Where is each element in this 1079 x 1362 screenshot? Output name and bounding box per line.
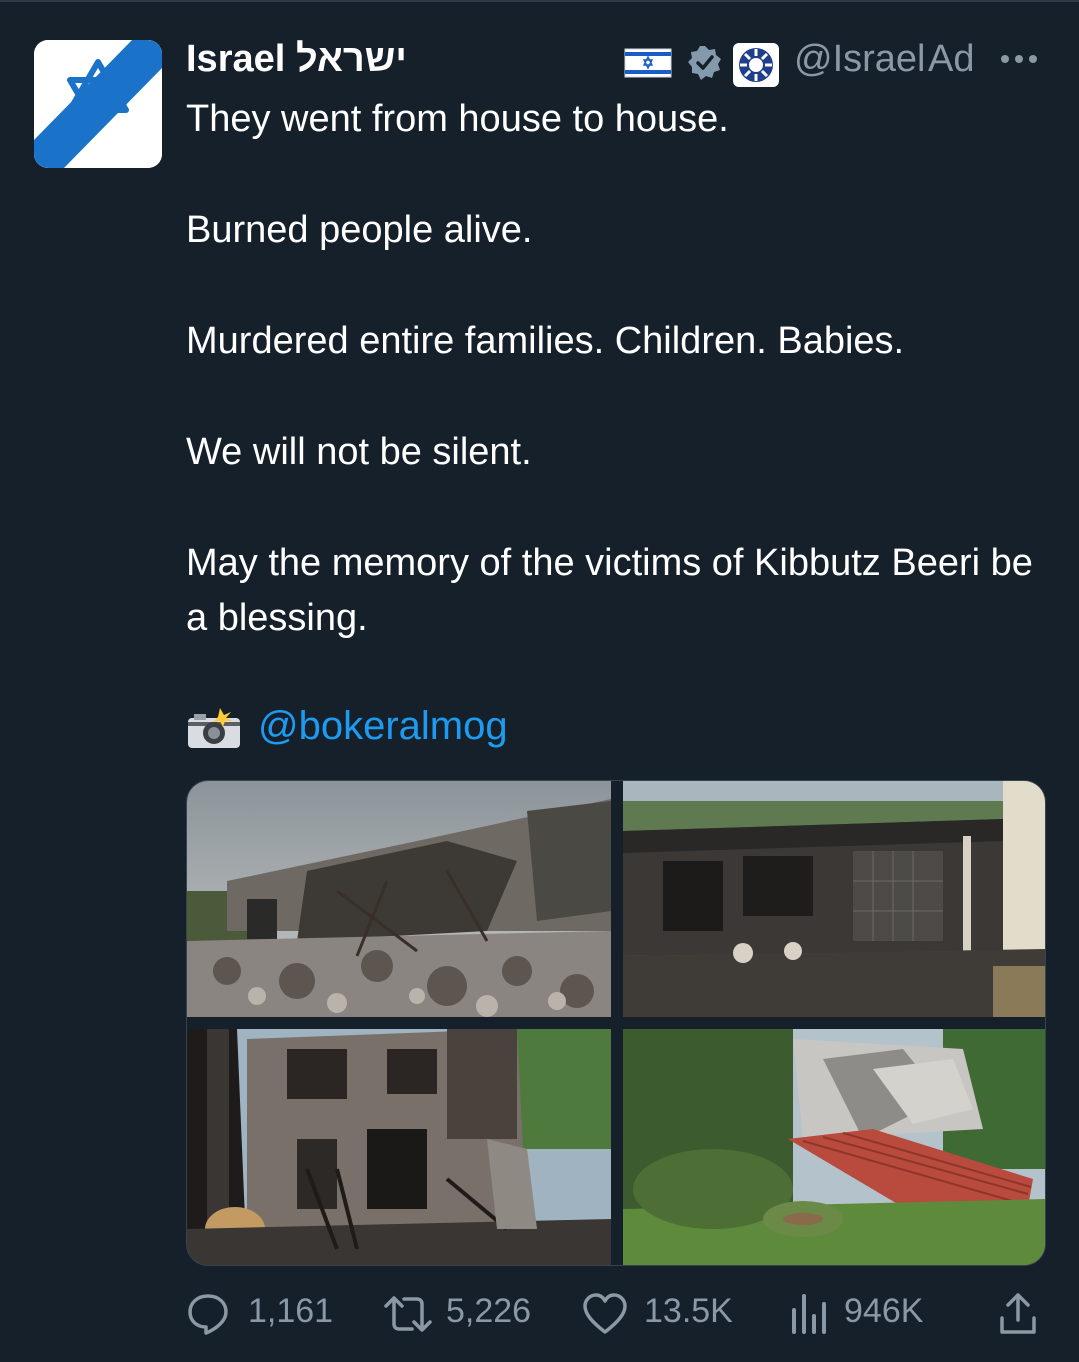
top-divider — [0, 0, 1079, 2]
tweet-text: They went from house to house. Burned pe… — [186, 92, 1046, 646]
reply-icon — [188, 1294, 228, 1335]
photo-collapsed-roof-garden[interactable] — [623, 1029, 1045, 1265]
mention-link[interactable]: @bokeralmog — [258, 704, 508, 749]
tweet-actions: 1,161 5,226 13.5K 946K — [186, 1282, 1046, 1342]
reply-count: 1,161 — [248, 1292, 334, 1330]
tweet-paragraph: May the memory of the victims of Kibbutz… — [186, 542, 1033, 639]
views-chart-icon — [792, 1294, 826, 1334]
author-name-hebrew[interactable]: ישראל — [296, 38, 407, 81]
like-count: 13.5K — [644, 1292, 733, 1330]
israel-flag-icon — [624, 48, 672, 83]
tweet-paragraph: Burned people alive. — [186, 209, 533, 251]
author-handle[interactable]: @Israel — [794, 38, 926, 81]
retweet-count: 5,226 — [446, 1292, 532, 1330]
author-name[interactable]: Israel — [186, 38, 285, 81]
government-emblem-icon[interactable] — [732, 42, 780, 93]
tweet-header: Israel ישראל @Israel Ad — [186, 36, 1046, 87]
photo-credit: @bokeralmog — [186, 702, 786, 756]
verified-badge-icon[interactable] — [686, 44, 724, 87]
share-icon — [1000, 1293, 1036, 1334]
more-options-icon[interactable] — [998, 52, 1040, 71]
photo-burned-house-front[interactable] — [623, 781, 1045, 1017]
tweet-paragraph: They went from house to house. — [186, 98, 729, 140]
heart-icon — [583, 1293, 627, 1334]
camera-flash-icon — [186, 708, 242, 755]
retweet-icon — [384, 1296, 432, 1332]
photo-burned-two-story-house[interactable] — [187, 1029, 611, 1265]
photo-destroyed-house-rubble[interactable] — [187, 781, 611, 1017]
media-grid[interactable] — [186, 780, 1046, 1266]
avatar[interactable] — [34, 40, 162, 168]
star-of-david-icon — [34, 40, 162, 168]
ad-label: Ad — [928, 38, 975, 80]
tweet-paragraph: We will not be silent. — [186, 431, 532, 473]
views-count: 946K — [844, 1292, 924, 1330]
tweet-paragraph: Murdered entire families. Children. Babi… — [186, 320, 905, 362]
